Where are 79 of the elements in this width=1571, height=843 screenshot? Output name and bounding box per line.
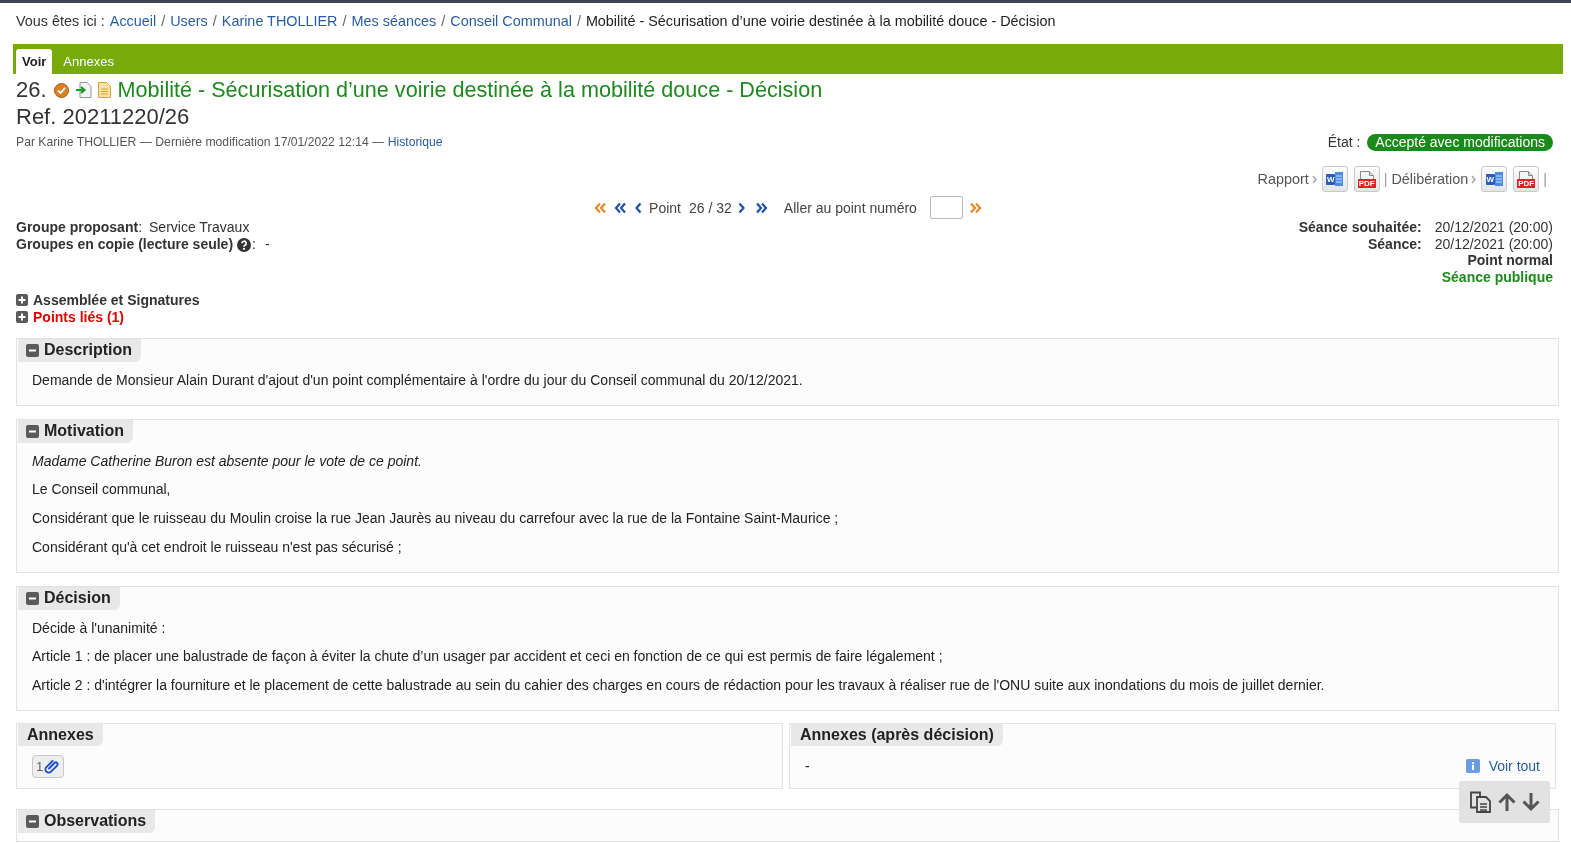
chevron-right-icon[interactable] bbox=[737, 201, 745, 214]
item-reference: Ref. 20211220/26 bbox=[16, 104, 190, 130]
pdf-file-button[interactable]: PDF bbox=[1353, 166, 1380, 192]
state-badge: Accepté avec modifications bbox=[1367, 133, 1553, 151]
separator-text: | bbox=[1543, 171, 1547, 187]
breadcrumb-separator: / bbox=[161, 13, 166, 30]
paragraph: Considérant qu'à cet endroit le ruisseau n'est pas sécurisé ; bbox=[32, 538, 402, 556]
arrow-up-icon[interactable] bbox=[1497, 792, 1517, 812]
section-header[interactable]: Observations bbox=[18, 809, 156, 833]
author-line: Par Karine THOLLIER — Dernière modification 17/01/2022 12:14 — Historique bbox=[16, 135, 443, 149]
field-value: 20/12/2021 (20:00) bbox=[1434, 235, 1553, 253]
breadcrumb-link[interactable]: Mes séances bbox=[351, 13, 437, 30]
attachment-count-button[interactable]: 1 bbox=[32, 754, 65, 778]
breadcrumb-prefix: Vous êtes ici : bbox=[16, 13, 105, 30]
section-header[interactable]: Description bbox=[18, 338, 141, 362]
field-separator: : bbox=[138, 219, 142, 236]
double-chevron-left-icon[interactable] bbox=[614, 201, 628, 214]
paragraph: Article 1 : de placer une balustrade de façon à éviter la chute d’un usager par accident et ceci en fonction de ce qui est permis de faire légalement ; bbox=[32, 648, 943, 666]
breadcrumb-link[interactable]: Users bbox=[170, 13, 208, 30]
check-circle-icon bbox=[53, 82, 69, 98]
breadcrumb-separator: / bbox=[342, 13, 347, 30]
empty-value: - bbox=[805, 758, 810, 775]
panel-header: Annexes bbox=[18, 723, 103, 746]
expand-link[interactable]: Points liés (1) bbox=[16, 308, 125, 326]
document-lines-icon bbox=[1494, 172, 1503, 186]
field-label: Séance souhaitée: bbox=[1298, 219, 1422, 236]
paperclip-icon bbox=[44, 758, 61, 775]
double-chevron-right-icon[interactable] bbox=[754, 201, 768, 214]
section-header[interactable]: Motivation bbox=[18, 419, 133, 443]
field-value: 20/12/2021 (20:00) bbox=[1434, 219, 1553, 236]
word-file-button[interactable]: W bbox=[1321, 166, 1348, 192]
field-label: Séance: bbox=[1367, 235, 1422, 253]
paragraph: Décide à l'unanimité : bbox=[32, 619, 166, 637]
point-number-input[interactable] bbox=[929, 196, 963, 219]
item-number: 26. bbox=[16, 77, 47, 103]
breadcrumb-separator: / bbox=[212, 13, 217, 30]
arrow-down-icon[interactable] bbox=[1521, 792, 1541, 812]
paragraph: Article 2 : d'intégrer la fourniture et le placement de cette balustrade au sein du cahier des charges en cours de rédaction pour les travaux à réaliser rue de l'ONU suite aux inondations du mois de juillet dernier. bbox=[32, 676, 1325, 694]
copy-icon[interactable] bbox=[1468, 790, 1493, 814]
paragraph: Madame Catherine Buron est absente pour le vote de ce point. bbox=[32, 452, 422, 470]
document-label: Rapport bbox=[1257, 171, 1309, 187]
status-text: Point normal bbox=[1467, 252, 1553, 270]
chevron-left-icon[interactable] bbox=[635, 201, 643, 214]
goto-label: Aller au point numéro bbox=[783, 199, 917, 216]
document-icon bbox=[97, 82, 111, 98]
paragraph: Demande de Monsieur Alain Durant d'ajout d'un point complémentaire à l'ordre du jour du Conseil communal du 20/12/2021. bbox=[32, 371, 803, 389]
pdf-file-button[interactable]: PDF bbox=[1513, 166, 1540, 192]
paragraph: Le Conseil communal, bbox=[32, 481, 171, 499]
tab[interactable]: Voir bbox=[16, 49, 53, 74]
paragraph: Considérant que le ruisseau du Moulin croise la rue Jean Jaurès au niveau du carrefour avec la rue de la Fontaine Saint-Maurice ; bbox=[32, 510, 839, 527]
chevron-right-icon bbox=[1471, 174, 1477, 184]
breadcrumb-link[interactable]: Karine THOLLIER bbox=[221, 13, 338, 30]
breadcrumb-separator: / bbox=[441, 13, 446, 30]
breadcrumb-link[interactable]: Conseil Communal bbox=[450, 13, 572, 30]
word-file-button[interactable]: W bbox=[1481, 166, 1508, 192]
point-label: Point bbox=[649, 199, 681, 216]
field-value: - bbox=[264, 236, 270, 253]
document-label: Délibération bbox=[1391, 171, 1469, 187]
section-header[interactable]: Décision bbox=[18, 586, 120, 610]
breadcrumb-current: Mobilité - Sécurisation d’une voirie destinée à la mobilité douce - Décision bbox=[585, 13, 1056, 30]
separator-text: | bbox=[1383, 171, 1388, 187]
field-label: Groupes en copie (lecture seule) bbox=[16, 236, 234, 253]
info-icon bbox=[1465, 759, 1480, 774]
panel-header: Annexes (après décision) bbox=[791, 723, 1003, 746]
field-value: Service Travaux bbox=[149, 219, 250, 236]
view-all-link[interactable]: Voir tout bbox=[1465, 758, 1540, 775]
field-separator: : bbox=[252, 236, 256, 253]
item-title: Mobilité - Sécurisation d’une voirie destinée à la mobilité douce - Décision bbox=[117, 77, 823, 103]
chevron-right-icon bbox=[1311, 174, 1317, 184]
history-link[interactable]: Historique bbox=[387, 135, 443, 149]
document-lines-icon bbox=[1335, 172, 1344, 186]
expand-link[interactable]: Assemblée et Signatures bbox=[16, 291, 200, 309]
document-arrow-icon bbox=[74, 82, 92, 98]
help-icon[interactable] bbox=[237, 237, 252, 252]
state-label: État : bbox=[1327, 134, 1361, 150]
status-text: Séance publique bbox=[1441, 269, 1553, 286]
point-position: 26 / 32 bbox=[689, 199, 732, 216]
breadcrumb-link[interactable]: Accueil bbox=[109, 13, 157, 30]
breadcrumb-separator: / bbox=[576, 13, 581, 30]
